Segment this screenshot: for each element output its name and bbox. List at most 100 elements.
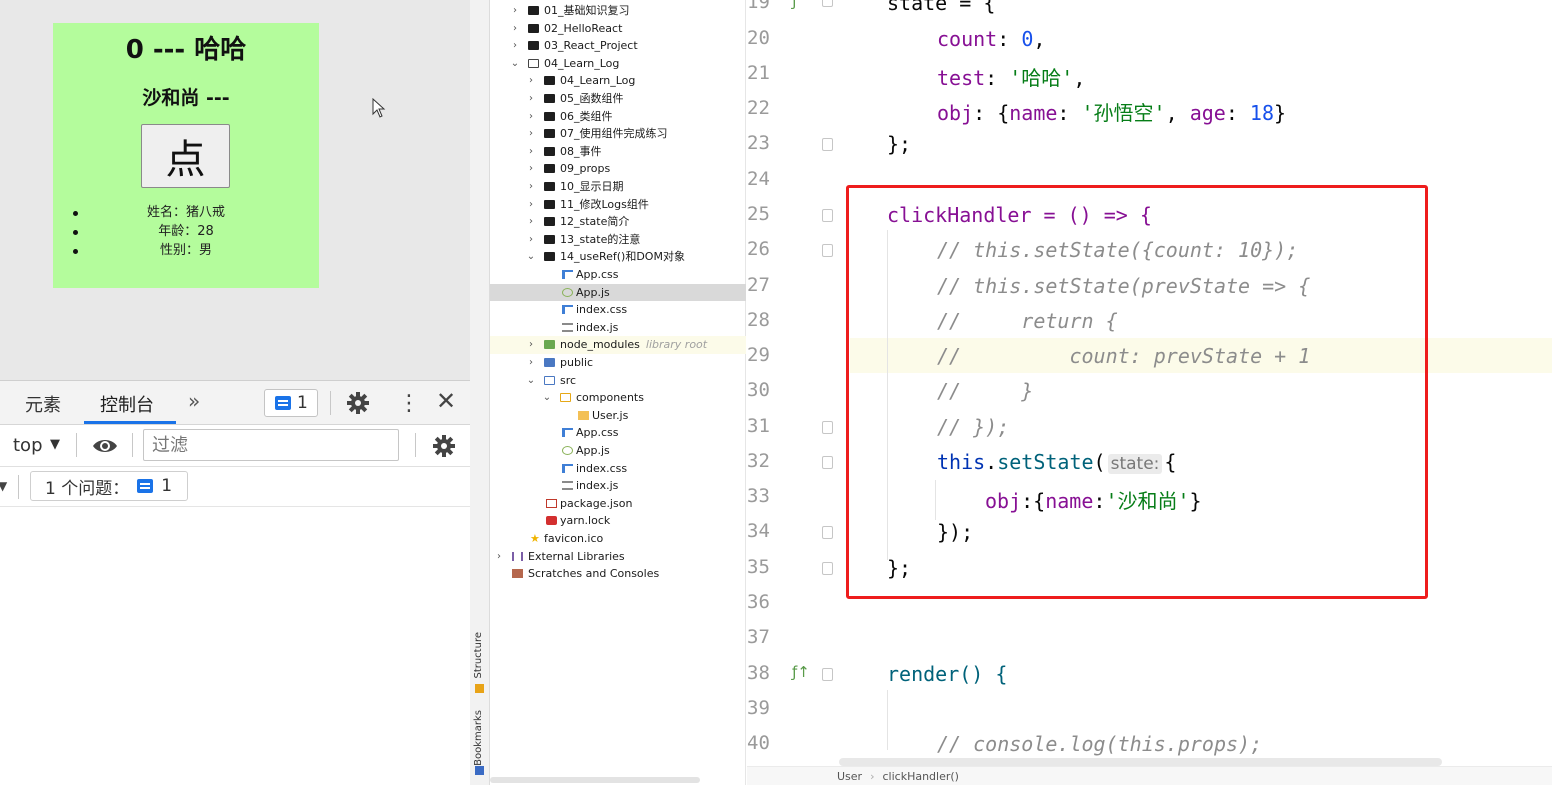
tree-item[interactable]: › 08_事件 — [490, 143, 746, 161]
code-line-22: obj: {name: '孙悟空', age: 18} — [937, 101, 1287, 125]
line-number: 30 — [747, 379, 770, 401]
tree-item[interactable]: › 09_props — [490, 160, 746, 178]
click-button[interactable]: 点 — [141, 124, 230, 188]
tree-item[interactable]: › 13_state的注意 — [490, 231, 746, 249]
bookmarks-tool-button[interactable]: Bookmarks — [473, 710, 484, 766]
tab-elements[interactable]: 元素 — [25, 391, 61, 417]
user-info-list: 姓名：猪八戒 年龄：28 性别：男 — [53, 203, 319, 260]
fold-toggle-icon[interactable] — [822, 526, 833, 539]
line-number: 21 — [747, 62, 770, 84]
divider — [76, 433, 77, 457]
tree-item[interactable]: package.json — [490, 495, 746, 513]
tree-item[interactable]: › 03_React_Project — [490, 37, 746, 55]
scratches-icon — [512, 569, 523, 579]
tree-item[interactable]: index.css — [490, 460, 746, 478]
line-number: 28 — [747, 309, 770, 331]
info-name: 姓名：猪八戒 — [53, 203, 319, 222]
tree-item[interactable]: index.css — [490, 301, 746, 319]
tree-item[interactable]: index.js — [490, 319, 746, 337]
js-file-icon — [562, 481, 573, 491]
caret-down-icon[interactable]: ▼ — [0, 479, 7, 493]
tree-item[interactable]: › public — [490, 354, 746, 372]
issues-label: 1 个问题： — [45, 478, 130, 499]
fold-toggle-icon[interactable] — [822, 421, 833, 434]
css-file-icon — [562, 270, 573, 279]
kebab-menu-icon[interactable]: ⋮ — [398, 391, 420, 416]
breadcrumb-class[interactable]: User — [837, 770, 862, 783]
tree-item[interactable]: Scratches and Consoles — [490, 565, 746, 583]
star-icon: ★ — [530, 532, 540, 545]
filter-input[interactable] — [143, 429, 399, 461]
tree-item[interactable]: › 02_HelloReact — [490, 20, 746, 38]
message-icon — [275, 396, 291, 410]
horizontal-scrollbar[interactable] — [490, 777, 700, 783]
library-folder-icon — [544, 340, 555, 350]
fold-toggle-icon[interactable] — [822, 138, 833, 151]
open-folder-icon — [528, 58, 539, 68]
line-number: 32 — [747, 450, 770, 472]
fold-toggle-icon[interactable] — [822, 562, 833, 575]
tree-item[interactable]: › External Libraries — [490, 548, 746, 566]
folder-icon — [528, 23, 539, 33]
breadcrumb-method[interactable]: clickHandler() — [882, 770, 958, 783]
source-folder-icon — [544, 375, 555, 385]
structure-tool-button[interactable]: Structure — [473, 632, 484, 679]
tree-item[interactable]: › 10_显示日期 — [490, 178, 746, 196]
tree-item-selected[interactable]: App.js — [490, 283, 746, 302]
eye-icon[interactable] — [92, 437, 118, 455]
tree-item[interactable]: › 04_Learn_Log — [490, 72, 746, 90]
close-icon[interactable]: ✕ — [436, 387, 456, 415]
tree-item[interactable]: ⌄ 14_useRef()和DOM对象 — [490, 248, 746, 266]
tree-item[interactable]: › 11_修改Logs组件 — [490, 196, 746, 214]
tree-item[interactable]: › 01_基础知识复习 — [490, 2, 746, 20]
line-number: 33 — [747, 485, 770, 507]
tree-item[interactable]: App.css — [490, 424, 746, 442]
fold-toggle-icon[interactable] — [822, 668, 833, 681]
tab-console[interactable]: 控制台 — [100, 391, 154, 417]
breadcrumb-separator-icon: › — [870, 770, 875, 783]
line-number: 22 — [747, 97, 770, 119]
more-tabs-button[interactable]: » — [188, 389, 200, 413]
console-settings-gear-icon[interactable] — [432, 434, 456, 458]
tree-item[interactable]: ⌄ components — [490, 389, 746, 407]
horizontal-scrollbar[interactable] — [839, 758, 1442, 766]
tree-item[interactable]: › 07_使用组件完成练习 — [490, 125, 746, 143]
fold-toggle-icon[interactable] — [822, 0, 833, 7]
folder-icon — [544, 217, 555, 227]
issues-button[interactable]: 1 个问题： 1 — [30, 471, 188, 501]
tree-item[interactable]: index.js — [490, 477, 746, 495]
line-number: 39 — [747, 697, 770, 719]
tree-item[interactable]: ⌄ 04_Learn_Log — [490, 55, 746, 73]
tree-item[interactable]: yarn.lock — [490, 512, 746, 530]
tree-item[interactable]: App.js — [490, 442, 746, 460]
app-title: 0 --- 哈哈 — [125, 35, 247, 65]
fold-toggle-icon[interactable] — [822, 209, 833, 222]
tree-item[interactable]: App.css — [490, 266, 746, 284]
folder-icon — [544, 358, 555, 367]
console-toolbar: top ▼ — [0, 425, 470, 467]
issues-count: 1 — [161, 476, 173, 496]
tree-item[interactable]: › 12_state简介 — [490, 213, 746, 231]
settings-gear-icon[interactable] — [346, 391, 370, 415]
highlight-annotation-box — [846, 185, 1428, 599]
messages-badge[interactable]: 1 — [264, 389, 318, 417]
tree-item[interactable]: ★ favicon.ico — [490, 530, 746, 548]
lock-icon — [546, 516, 557, 526]
tree-item[interactable]: User.js — [490, 407, 746, 425]
context-selector[interactable]: top — [13, 435, 43, 456]
override-marker-icon[interactable]: ƒ — [792, 0, 797, 10]
override-marker-icon[interactable]: ƒ↑ — [792, 663, 810, 681]
tree-item[interactable]: › 06_类组件 — [490, 108, 746, 126]
info-age: 年龄：28 — [53, 222, 319, 241]
library-icon — [512, 551, 523, 561]
tree-item[interactable]: ⌄ src — [490, 372, 746, 390]
fold-toggle-icon[interactable] — [822, 244, 833, 257]
tree-item[interactable]: › node_modules library root — [490, 336, 746, 354]
fold-toggle-icon[interactable] — [822, 456, 833, 469]
tree-item[interactable]: › 05_函数组件 — [490, 90, 746, 108]
code-editor[interactable]: 19 20 21 22 23 24 25 26 27 28 29 30 31 3… — [747, 0, 1552, 785]
line-number: 34 — [747, 520, 770, 542]
page-preview: 0 --- 哈哈 沙和尚 --- 点 姓名：猪八戒 年龄：28 性别：男 — [0, 0, 470, 380]
line-number: 29 — [747, 344, 770, 366]
browser-pane: 0 --- 哈哈 沙和尚 --- 点 姓名：猪八戒 年龄：28 性别：男 元素 … — [0, 0, 470, 785]
